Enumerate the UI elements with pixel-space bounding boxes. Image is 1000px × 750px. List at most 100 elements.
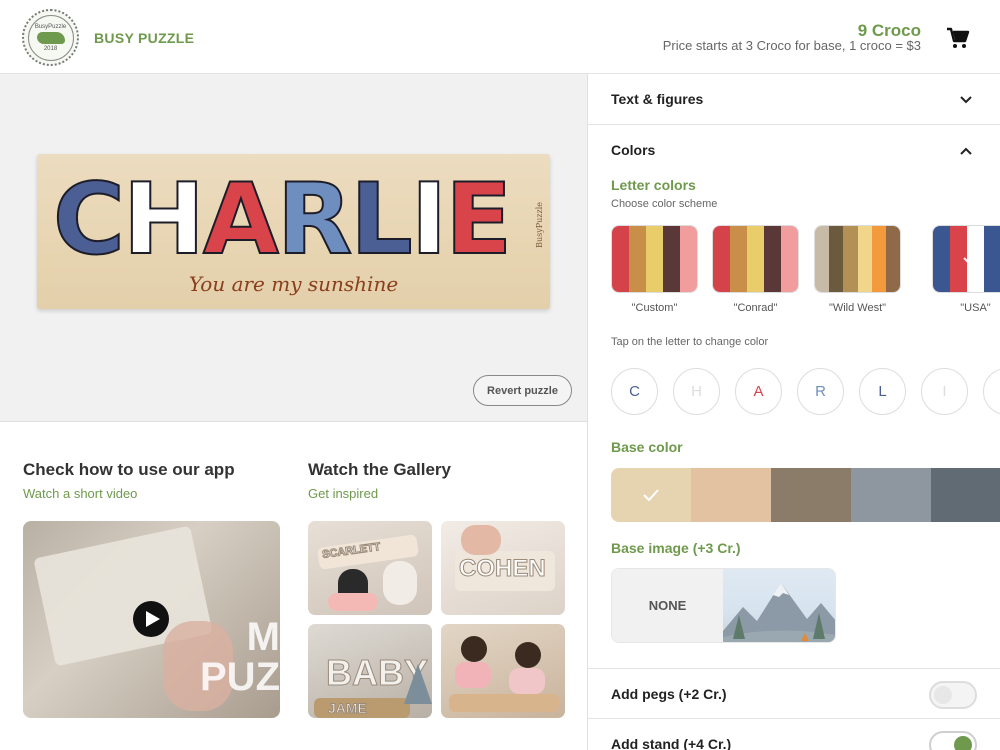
puzzle-letter[interactable]: H — [122, 169, 206, 271]
thumb-hand-shape — [461, 525, 501, 555]
base-color-swatch[interactable] — [611, 468, 691, 522]
video-overlay-text: M PUZ — [200, 617, 280, 697]
gallery-thumb-3[interactable]: BABY JAME — [308, 624, 432, 718]
toggle-knob — [954, 736, 972, 750]
chevron-down-icon[interactable] — [959, 93, 973, 107]
thumb-board-shape — [449, 694, 559, 712]
scheme-color-stripe — [663, 226, 680, 292]
scheme-color-stripe — [612, 226, 629, 292]
puzzle-letter[interactable]: E — [444, 169, 513, 271]
howto-title: Check how to use our app — [23, 460, 235, 479]
play-icon[interactable] — [133, 601, 169, 637]
crocodile-icon — [36, 31, 65, 44]
add-stand-toggle[interactable] — [929, 731, 977, 750]
thumb-baby-shape — [383, 561, 417, 605]
gallery-thumb-1[interactable]: SCARLETT — [308, 521, 432, 615]
scheme-color-stripe — [680, 226, 697, 292]
howto-video[interactable]: M PUZ — [23, 521, 280, 718]
customization-panel: Text & figures Colors Letter colors Choo… — [587, 74, 1000, 750]
gallery-thumb-2[interactable]: COHEN — [441, 521, 565, 615]
tap-letter-note: Tap on the letter to change color — [611, 336, 769, 348]
puzzle-letter[interactable]: A — [202, 169, 280, 271]
chevron-up-icon[interactable] — [959, 144, 973, 158]
base-color-swatch[interactable] — [931, 468, 1000, 522]
letter-color-chip[interactable]: H — [673, 368, 720, 415]
letter-color-chip[interactable]: I — [921, 368, 968, 415]
top-header: BusyPuzzle 2018 BUSY PUZZLE 9 Croco Pric… — [0, 0, 1000, 74]
base-image-mountain-option[interactable] — [723, 569, 835, 642]
check-icon — [961, 248, 981, 268]
puzzle-letters: CHARLIE — [52, 169, 533, 271]
base-image-options: NONE — [611, 568, 836, 643]
add-pegs-label: Add pegs (+2 Cr.) — [611, 686, 727, 702]
scheme-color-stripe — [933, 226, 950, 292]
colors-section[interactable]: Colors — [588, 125, 1000, 176]
scheme-color-stripe — [885, 226, 900, 292]
scheme-color-stripe — [747, 226, 764, 292]
scheme-color-stripe — [629, 226, 646, 292]
letter-color-chip[interactable]: C — [611, 368, 658, 415]
logo-year: 2018 — [43, 45, 58, 52]
letter-color-chip[interactable] — [983, 368, 1000, 415]
letter-color-chip[interactable]: A — [735, 368, 782, 415]
gallery-thumb-4[interactable] — [441, 624, 565, 718]
busy-puzzle-logo[interactable]: BusyPuzzle 2018 — [22, 9, 79, 66]
thumb-mountain-shape — [404, 664, 432, 704]
base-color-swatch[interactable] — [771, 468, 851, 522]
color-scheme-option[interactable] — [814, 225, 901, 293]
thumb-child-shape — [509, 668, 545, 694]
add-stand-label: Add stand (+4 Cr.) — [611, 736, 732, 750]
base-color-label: Base color — [611, 439, 683, 455]
puzzle-letter[interactable]: C — [52, 169, 126, 271]
add-pegs-toggle[interactable] — [929, 681, 977, 709]
scheme-color-stripe — [829, 226, 844, 292]
puzzle-board[interactable]: CHARLIE BusyPuzzle You are my sunshine — [37, 154, 550, 309]
color-scheme-option[interactable] — [932, 225, 1000, 293]
howto-subtitle[interactable]: Watch a short video — [23, 486, 137, 501]
color-scheme-option[interactable] — [611, 225, 698, 293]
add-pegs-row: Add pegs (+2 Cr.) — [588, 668, 1000, 719]
puzzle-preview-area: CHARLIE BusyPuzzle You are my sunshine R… — [0, 74, 587, 422]
logo-top-text: BusyPuzzle — [34, 23, 67, 30]
brand-name[interactable]: BUSY PUZZLE — [94, 30, 194, 46]
color-scheme-label: "Wild West" — [828, 302, 887, 314]
text-figures-section[interactable]: Text & figures — [588, 74, 1000, 125]
thumb-word: COHEN — [459, 555, 547, 583]
scheme-color-stripe — [730, 226, 747, 292]
puzzle-letter[interactable]: R — [276, 169, 353, 271]
price-note: Price starts at 3 Croco for base, 1 croc… — [662, 38, 921, 53]
choose-scheme-note: Choose color scheme — [611, 198, 718, 210]
puzzle-letter[interactable]: I — [410, 169, 448, 271]
gallery-subtitle[interactable]: Get inspired — [308, 486, 378, 501]
scheme-color-stripe — [781, 226, 798, 292]
letter-colors-label: Letter colors — [611, 177, 696, 193]
letter-color-chip[interactable]: R — [797, 368, 844, 415]
color-scheme-option[interactable] — [712, 225, 799, 293]
mountain-scene-icon — [723, 583, 835, 642]
add-stand-row: Add stand (+4 Cr.) — [588, 719, 1000, 750]
revert-puzzle-button[interactable]: Revert puzzle — [473, 375, 572, 406]
check-icon — [643, 489, 659, 502]
color-scheme-label: "Conrad" — [733, 302, 778, 314]
logo-badge: BusyPuzzle 2018 — [27, 14, 74, 61]
thumb-child-shape — [455, 662, 491, 688]
scheme-color-stripe — [843, 226, 858, 292]
thumb-child-shape — [461, 636, 487, 662]
thumb-dress-shape — [328, 593, 378, 611]
puzzle-letter[interactable]: L — [349, 169, 413, 271]
video-text-line-2: PUZ — [200, 655, 280, 699]
base-color-swatches — [611, 468, 1000, 522]
base-color-swatch[interactable] — [691, 468, 771, 522]
base-color-swatch[interactable] — [851, 468, 931, 522]
thumb-word: JAME — [328, 700, 368, 717]
puzzle-caption[interactable]: You are my sunshine — [37, 272, 550, 296]
cart-icon[interactable] — [946, 27, 970, 49]
text-figures-title: Text & figures — [611, 91, 704, 107]
letter-color-chip[interactable]: L — [859, 368, 906, 415]
toggle-knob — [934, 686, 952, 704]
scheme-color-stripe — [815, 226, 830, 292]
base-image-none-option[interactable]: NONE — [612, 569, 723, 642]
scheme-color-stripe — [984, 226, 1000, 292]
base-image-label: Base image (+3 Cr.) — [611, 540, 741, 556]
scheme-color-stripe — [646, 226, 663, 292]
